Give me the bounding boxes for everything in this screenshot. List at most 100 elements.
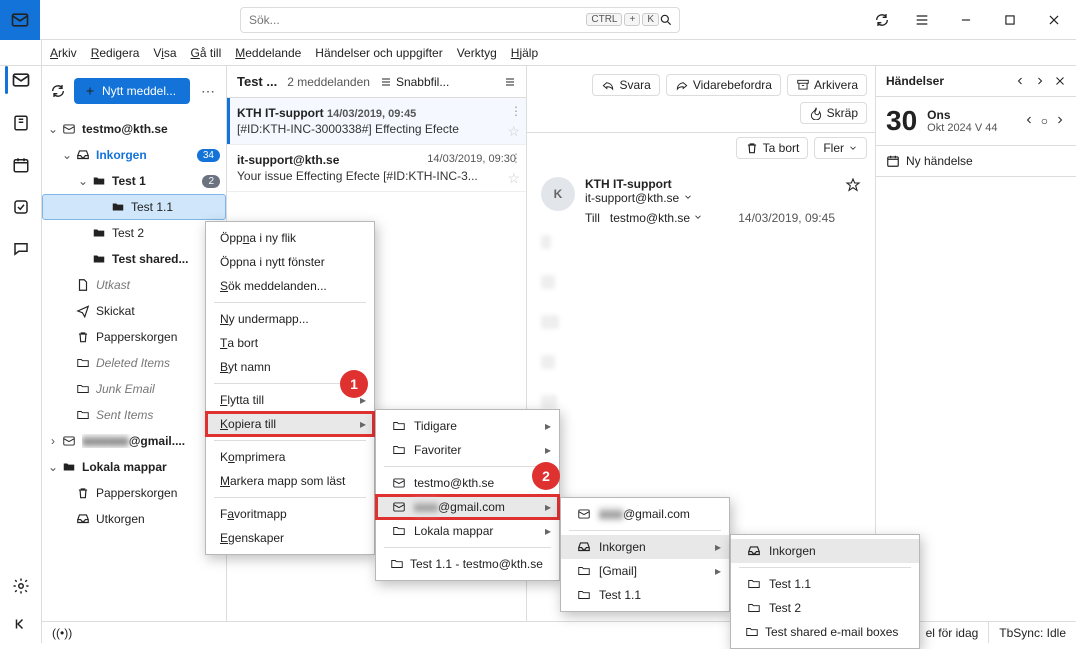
app-icon[interactable] [0, 0, 40, 40]
ctx-open-tab[interactable]: Öppna i ny flik [206, 226, 374, 250]
rail-mail-icon[interactable] [1, 70, 41, 90]
junk-button[interactable]: Skräp [800, 102, 867, 124]
ctx3-test11[interactable]: Test 1.1 [561, 583, 729, 607]
global-search[interactable]: CTRL+K [240, 7, 680, 33]
forward-button[interactable]: Vidarebefordra [666, 74, 781, 96]
callout-1: 1 [340, 370, 368, 398]
menu-gatill[interactable]: Gå till [191, 46, 222, 60]
account-testmo[interactable]: ⌄ testmo@kth.se [42, 116, 226, 142]
context-menu-gmail-inbox: Inkorgen Test 1.1 Test 2 Test shared e-m… [730, 534, 920, 649]
message-item[interactable]: it-support@kth.se14/03/2019, 09:30 Your … [227, 145, 526, 192]
archive-button[interactable]: Arkivera [787, 74, 867, 96]
message-date: 14/03/2019, 09:45 [738, 211, 835, 225]
ctx-delete[interactable]: Ta bort [206, 331, 374, 355]
local-folders[interactable]: ⌄ Lokala mappar [42, 454, 226, 480]
quick-filter[interactable]: Snabbfil... [380, 75, 449, 89]
events-close-icon[interactable] [1054, 75, 1066, 87]
account-gmail[interactable]: › xxxxxxx@gmail.... [42, 428, 226, 454]
folder-test-shared[interactable]: Test shared... [42, 246, 226, 272]
search-icon [659, 13, 673, 27]
new-message-button[interactable]: Nytt meddel... [74, 78, 190, 104]
rail-tasks-icon[interactable] [1, 198, 41, 216]
ctx4-inbox[interactable]: Inkorgen [731, 539, 919, 563]
rail-settings-icon[interactable] [1, 577, 41, 595]
ctx3-acc[interactable]: xxxx@gmail.com [561, 502, 729, 526]
test1-badge: 2 [202, 175, 220, 188]
window-maximize[interactable] [988, 0, 1032, 40]
status-sync: TbSync: Idle [988, 622, 1076, 643]
ctx4-test2[interactable]: Test 2 [731, 596, 919, 620]
ctx4-shared[interactable]: Test shared e-mail boxes [731, 620, 919, 644]
events-subdate: Okt 2024 V 44 [927, 122, 997, 134]
menu-hjalp[interactable]: Hjälp [511, 46, 538, 60]
local-outbox[interactable]: Utkorgen [42, 506, 226, 532]
ctx3-inbox[interactable]: Inkorgen▸ [561, 535, 729, 559]
ctx3-gmail[interactable]: [Gmail]▸ [561, 559, 729, 583]
local-trash[interactable]: Papperskorgen [42, 480, 226, 506]
ctx-new-sub[interactable]: Ny undermapp... [206, 307, 374, 331]
context-menu-copy-target: Tidigare▸ Favoriter▸ testmo@kth.se▸ xxxx… [375, 409, 560, 581]
list-settings-icon[interactable] [504, 76, 516, 88]
events-next-icon[interactable] [1034, 75, 1046, 87]
events-weekday: Ons [927, 108, 997, 122]
ctx-compress[interactable]: Komprimera [206, 445, 374, 469]
window-close[interactable] [1032, 0, 1076, 40]
folder-inbox[interactable]: ⌄ Inkorgen 34 [42, 142, 226, 168]
folder-test1[interactable]: ⌄ Test 1 2 [42, 168, 226, 194]
ctx-props[interactable]: Egenskaper [206, 526, 374, 550]
date-prev-icon[interactable] [1023, 114, 1035, 126]
events-prev-icon[interactable] [1014, 75, 1026, 87]
ctx-fav[interactable]: Favoritmapp [206, 502, 374, 526]
date-today-icon[interactable]: ○ [1041, 114, 1048, 128]
more-button[interactable]: Fler [814, 137, 867, 159]
menu-handelser[interactable]: Händelser och uppgifter [315, 46, 442, 60]
menu-redigera[interactable]: Redigera [91, 46, 140, 60]
folder-skickat[interactable]: Skickat [42, 298, 226, 324]
menu-verktyg[interactable]: Verktyg [457, 46, 497, 60]
reply-button[interactable]: Svara [592, 74, 659, 96]
status-connection-icon: ((•)) [42, 622, 82, 643]
folder-trash[interactable]: Papperskorgen [42, 324, 226, 350]
cloud-icon[interactable] [50, 83, 66, 99]
events-day: 30 [886, 105, 917, 137]
status-bar: ((•)) el för idag TbSync: Idle [42, 621, 1076, 643]
ctx4-test11[interactable]: Test 1.1 [731, 572, 919, 596]
app-menu-button[interactable] [900, 0, 944, 40]
rail-chat-icon[interactable] [1, 240, 41, 258]
menu-arkiv[interactable]: Arkiv [50, 46, 77, 60]
folder-test2[interactable]: Test 2 [42, 220, 226, 246]
rail-calendar-icon[interactable] [1, 156, 41, 174]
ctx-mark-read[interactable]: Markera mapp som läst [206, 469, 374, 493]
rail-collapse-icon[interactable] [1, 615, 41, 633]
message-item[interactable]: KTH IT-support 14/03/2019, 09:45 [#ID:KT… [227, 98, 526, 145]
folder-sent-items[interactable]: Sent Items [42, 402, 226, 428]
ctx2-fav[interactable]: Favoriter▸ [376, 438, 559, 462]
folder-deleted-items[interactable]: Deleted Items [42, 350, 226, 376]
menu-meddelande[interactable]: Meddelande [235, 46, 301, 60]
folder-test11[interactable]: Test 1.1 [42, 194, 226, 220]
tree-more-button[interactable]: ⋯ [198, 83, 218, 100]
search-input[interactable] [247, 12, 582, 28]
events-title: Händelser [886, 74, 1014, 88]
folder-tree-pane: Nytt meddel... ⋯ ⌄ testmo@kth.se ⌄ Inkor… [42, 66, 227, 621]
date-next-icon[interactable] [1054, 114, 1066, 126]
window-minimize[interactable] [944, 0, 988, 40]
star-icon[interactable] [845, 177, 861, 225]
ctx2-acc2[interactable]: xxxx@gmail.com▸ [376, 495, 559, 519]
new-event-button[interactable]: Ny händelse [876, 146, 1076, 177]
ctx-search[interactable]: Sök meddelanden... [206, 274, 374, 298]
ctx2-local[interactable]: Lokala mappar▸ [376, 519, 559, 543]
status-today: el för idag [915, 622, 989, 643]
ctx-copy[interactable]: Kopiera till▸ [206, 412, 374, 436]
delete-button[interactable]: Ta bort [736, 137, 809, 159]
rail-addressbook-icon[interactable] [1, 114, 41, 132]
list-count: 2 meddelanden [287, 75, 370, 89]
ctx-open-win[interactable]: Öppna i nytt fönster [206, 250, 374, 274]
ctx2-recent[interactable]: Tidigare▸ [376, 414, 559, 438]
sync-icon[interactable] [874, 12, 890, 28]
menu-visa[interactable]: Visa [153, 46, 176, 60]
folder-utkast[interactable]: Utkast [42, 272, 226, 298]
sender-name: KTH IT-support [585, 177, 835, 191]
folder-junk-email[interactable]: Junk Email [42, 376, 226, 402]
ctx2-test11[interactable]: Test 1.1 - testmo@kth.se [376, 552, 559, 576]
